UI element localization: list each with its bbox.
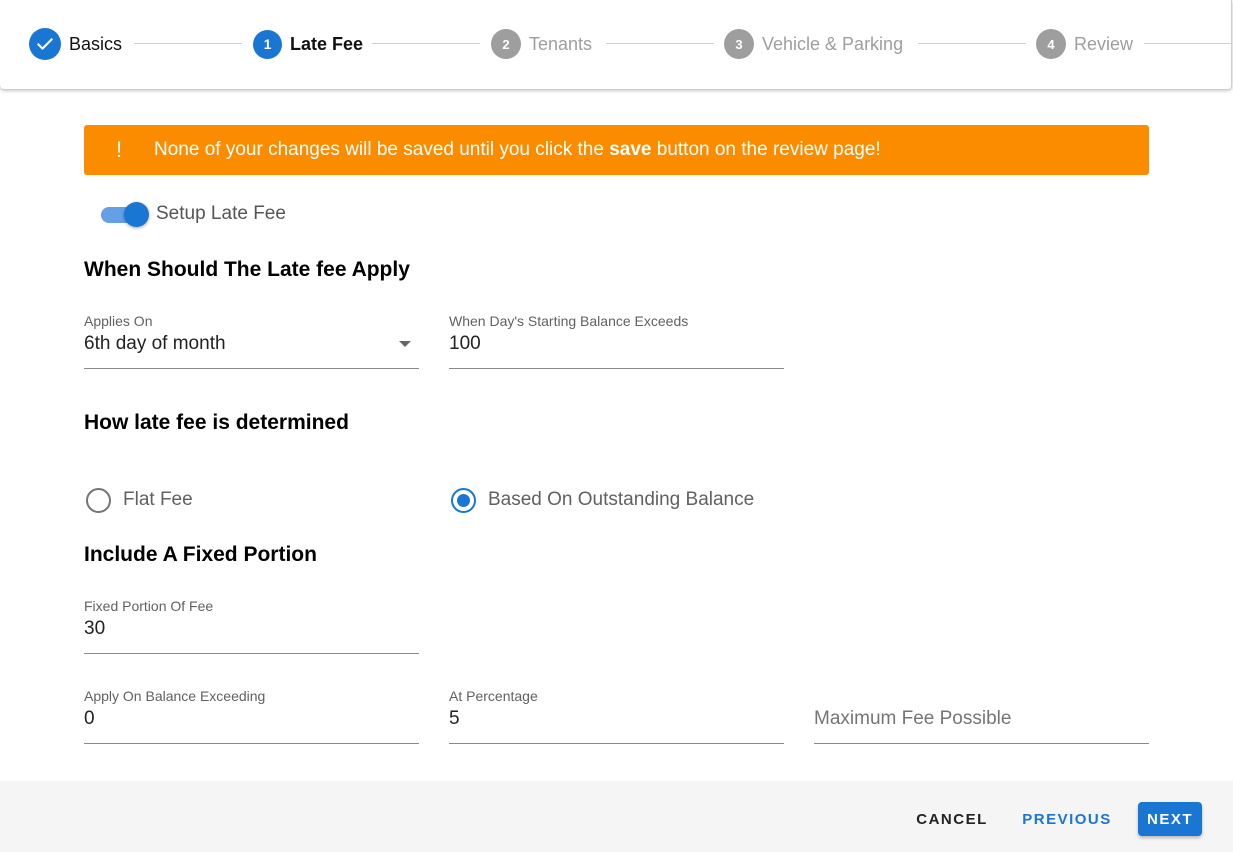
step-vehicle-parking[interactable]: 3 Vehicle & Parking: [724, 28, 903, 60]
stepper: Basics 1 Late Fee 2 Tenants 3 Vehicle & …: [0, 0, 1232, 89]
step-late-fee[interactable]: 1 Late Fee: [253, 28, 363, 60]
field-value: 100: [449, 333, 481, 354]
max-fee-input[interactable]: Maximum Fee Possible: [814, 688, 1149, 744]
step-label: Tenants: [529, 33, 593, 54]
section-heading-apply: When Should The Late fee Apply: [84, 258, 410, 281]
at-percentage-input[interactable]: At Percentage 5: [449, 688, 784, 744]
section-heading-fixed: Include A Fixed Portion: [84, 543, 317, 566]
footer-actions: CANCEL PREVIOUS NEXT: [0, 781, 1233, 852]
field-value: 6th day of month: [84, 333, 226, 354]
setup-late-fee-toggle[interactable]: Setup Late Fee: [100, 200, 286, 228]
field-value: 30: [84, 618, 106, 639]
step-review[interactable]: 4 Review: [1036, 28, 1133, 60]
field-label: Fixed Portion Of Fee: [84, 598, 214, 614]
late-fee-page: Basics 1 Late Fee 2 Tenants 3 Vehicle & …: [0, 0, 1233, 852]
step-number: 2: [491, 29, 521, 59]
exclamation-icon: !: [115, 137, 123, 162]
caret-down-icon: [399, 341, 411, 347]
step-basics[interactable]: Basics: [29, 28, 122, 60]
field-label: Apply On Balance Exceeding: [84, 688, 266, 704]
fixed-portion-input[interactable]: Fixed Portion Of Fee 30: [84, 598, 419, 654]
step-connector: [606, 43, 714, 44]
banner-text-bold: save: [609, 139, 652, 160]
step-label: Vehicle & Parking: [762, 33, 904, 54]
radio-flat-fee[interactable]: Flat Fee: [86, 485, 193, 515]
radio-unchecked-icon[interactable]: [86, 487, 111, 513]
applies-on-select[interactable]: Applies On 6th day of month: [84, 313, 419, 369]
field-label: At Percentage: [449, 688, 538, 704]
banner-text-after: button on the review page!: [651, 139, 881, 160]
section-heading-determined: How late fee is determined: [84, 411, 349, 434]
field-label: Applies On: [84, 313, 153, 329]
warning-banner: ! None of your changes will be saved unt…: [84, 125, 1149, 175]
check-icon: [29, 28, 61, 60]
step-connector: [918, 43, 1026, 44]
radio-outstanding-balance[interactable]: Based On Outstanding Balance: [451, 485, 754, 515]
apply-on-balance-input[interactable]: Apply On Balance Exceeding 0: [84, 688, 419, 744]
step-label: Review: [1074, 33, 1134, 54]
step-label: Late Fee: [290, 33, 364, 54]
step-connector: [1144, 43, 1232, 44]
balance-exceeds-input[interactable]: When Day's Starting Balance Exceeds 100: [449, 313, 784, 369]
step-number: 3: [724, 29, 754, 59]
radio-dot: [457, 493, 470, 507]
banner-text-before: None of your changes will be saved until…: [154, 139, 610, 160]
toggle-label: Setup Late Fee: [156, 203, 286, 224]
field-value: 0: [84, 708, 95, 729]
field-placeholder: Maximum Fee Possible: [814, 708, 1012, 729]
field-label: When Day's Starting Balance Exceeds: [449, 313, 689, 329]
step-tenants[interactable]: 2 Tenants: [491, 28, 592, 60]
step-number: 4: [1036, 29, 1066, 59]
previous-button[interactable]: PREVIOUS: [1015, 802, 1119, 836]
radio-label: Based On Outstanding Balance: [488, 489, 755, 510]
step-number: 1: [253, 29, 282, 59]
cancel-button[interactable]: CANCEL: [907, 802, 997, 836]
next-button[interactable]: NEXT: [1138, 802, 1202, 836]
banner-text: None of your changes will be saved until…: [154, 139, 881, 161]
field-value: 5: [449, 708, 460, 729]
step-label: Basics: [69, 33, 123, 54]
toggle-switch[interactable]: [100, 200, 149, 228]
radio-checked-icon[interactable]: [451, 487, 476, 513]
step-connector: [134, 43, 242, 44]
step-connector: [372, 43, 480, 44]
toggle-thumb: [124, 202, 149, 227]
radio-label: Flat Fee: [123, 489, 193, 510]
